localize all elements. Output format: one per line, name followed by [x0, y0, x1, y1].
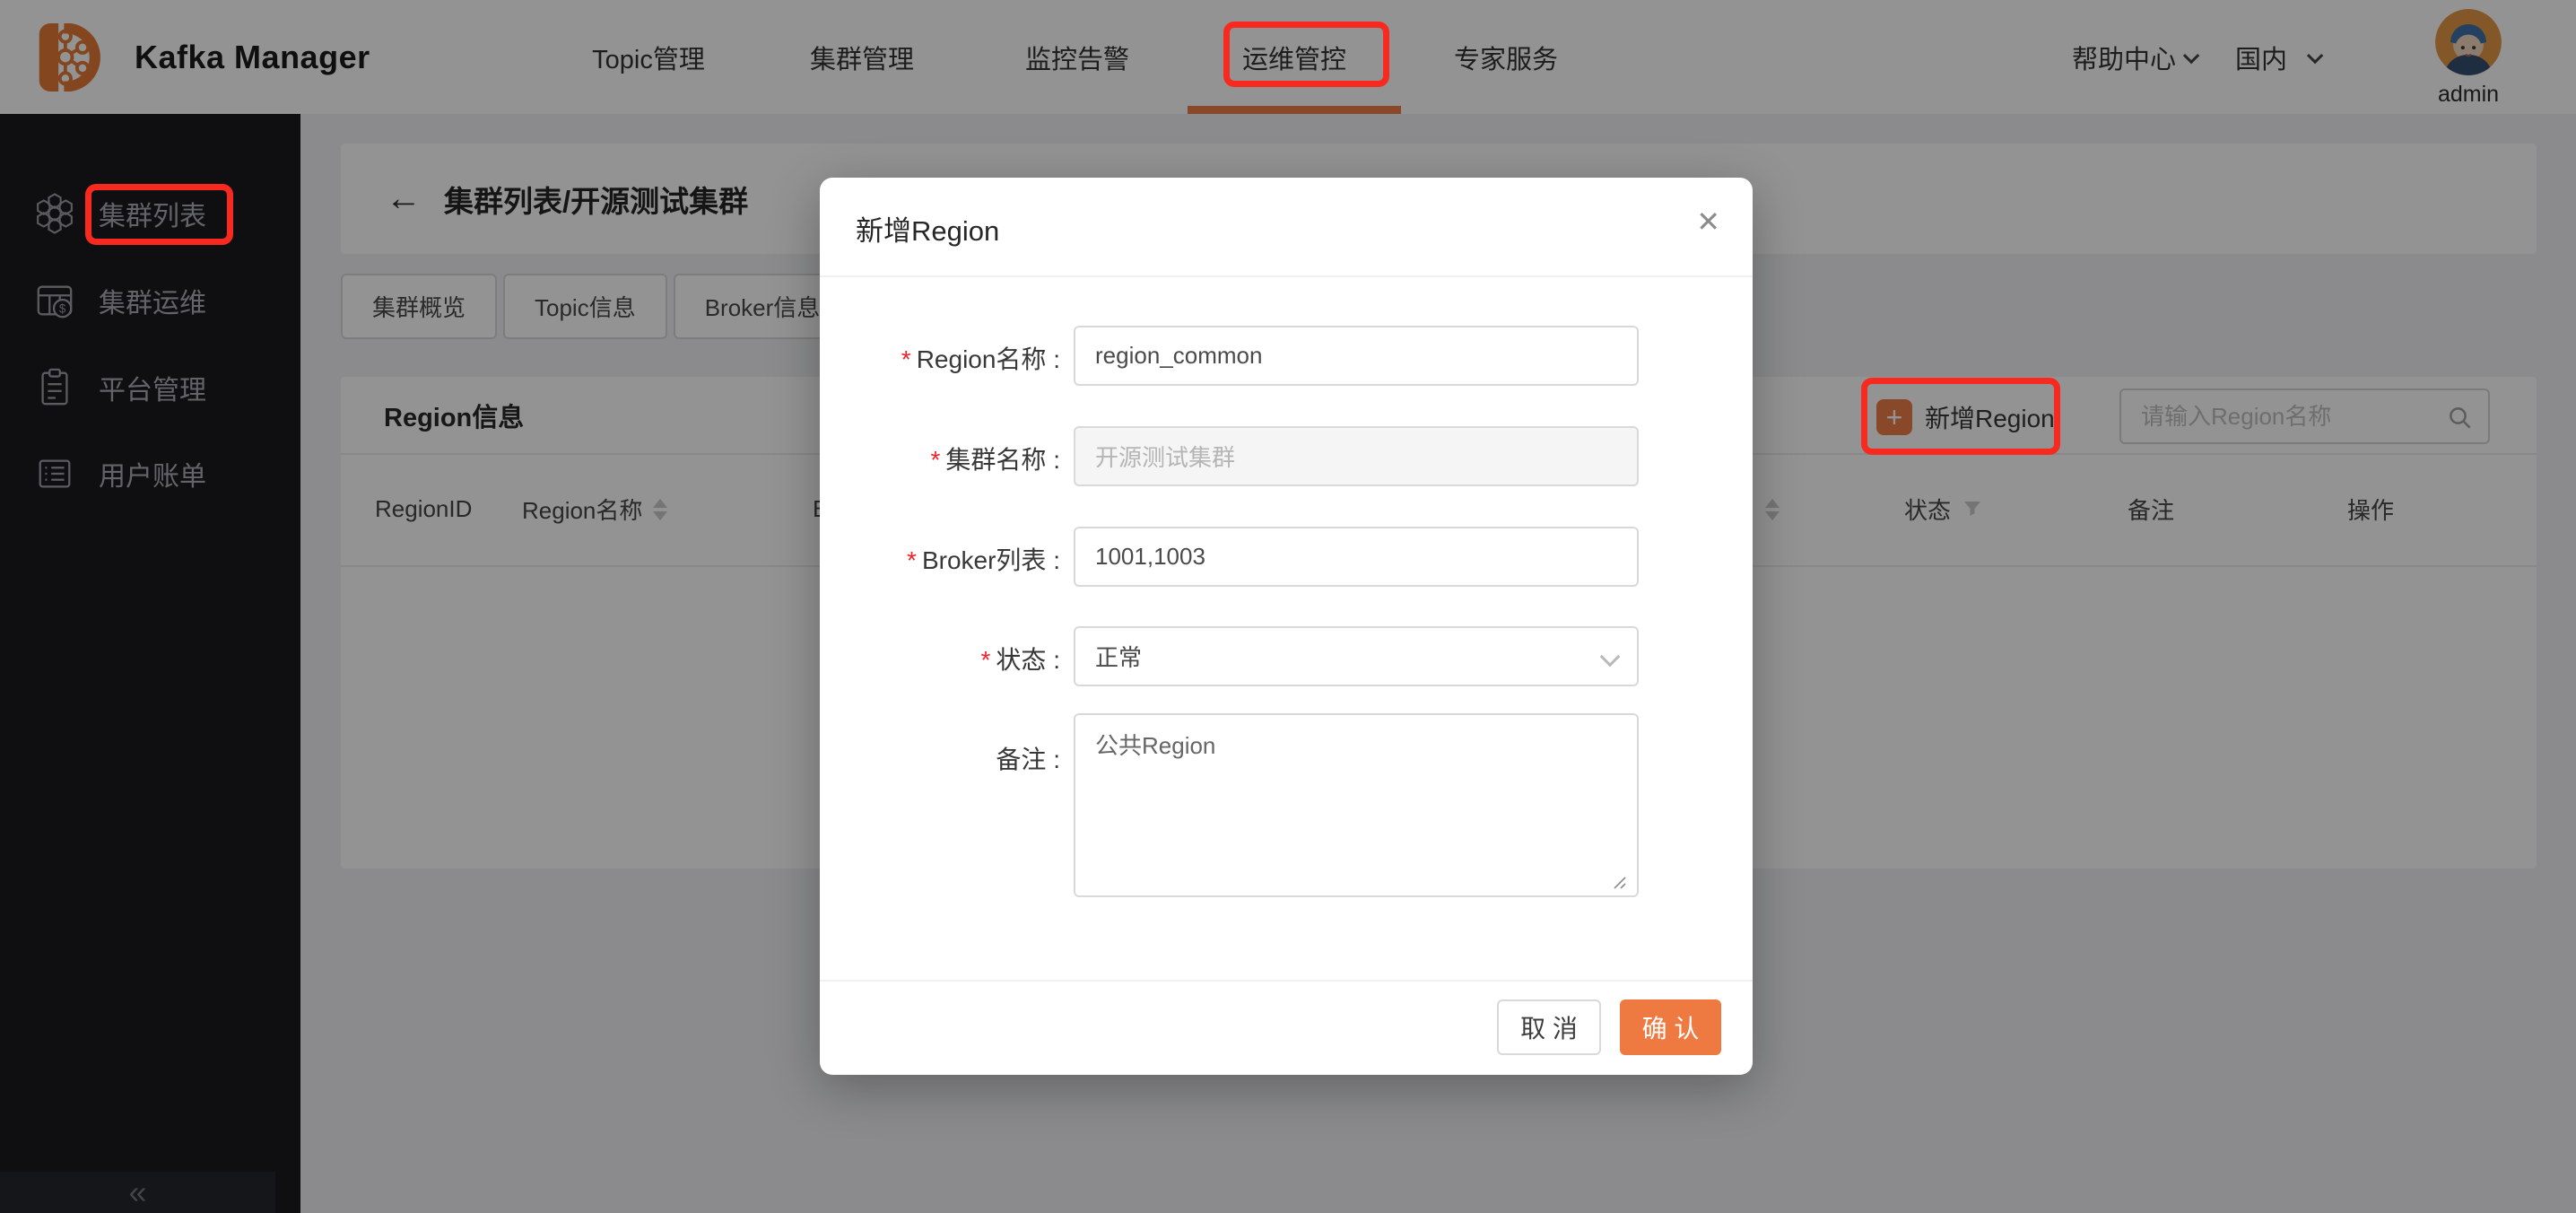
- required-asterisk: *: [907, 546, 917, 574]
- add-region-modal: 新增Region ✕ *Region名称 *集群名称 *Broker列表 *状态: [820, 178, 1753, 1075]
- confirm-button[interactable]: 确 认: [1620, 999, 1721, 1055]
- required-asterisk: *: [980, 646, 991, 674]
- required-asterisk: *: [901, 345, 911, 373]
- close-icon[interactable]: ✕: [1696, 205, 1720, 239]
- modal-title: 新增Region: [856, 215, 1000, 247]
- region-name-input[interactable]: [1074, 326, 1639, 386]
- chevron-down-icon: [1599, 646, 1621, 668]
- remark-textarea[interactable]: 公共Region: [1074, 713, 1639, 897]
- status-select[interactable]: 正常: [1074, 626, 1639, 686]
- divider: [820, 275, 1753, 277]
- cancel-button[interactable]: 取 消: [1497, 999, 1601, 1055]
- divider: [820, 980, 1753, 982]
- required-asterisk: *: [930, 446, 941, 474]
- broker-list-input[interactable]: [1074, 527, 1639, 587]
- cluster-name-input-disabled: [1074, 426, 1639, 486]
